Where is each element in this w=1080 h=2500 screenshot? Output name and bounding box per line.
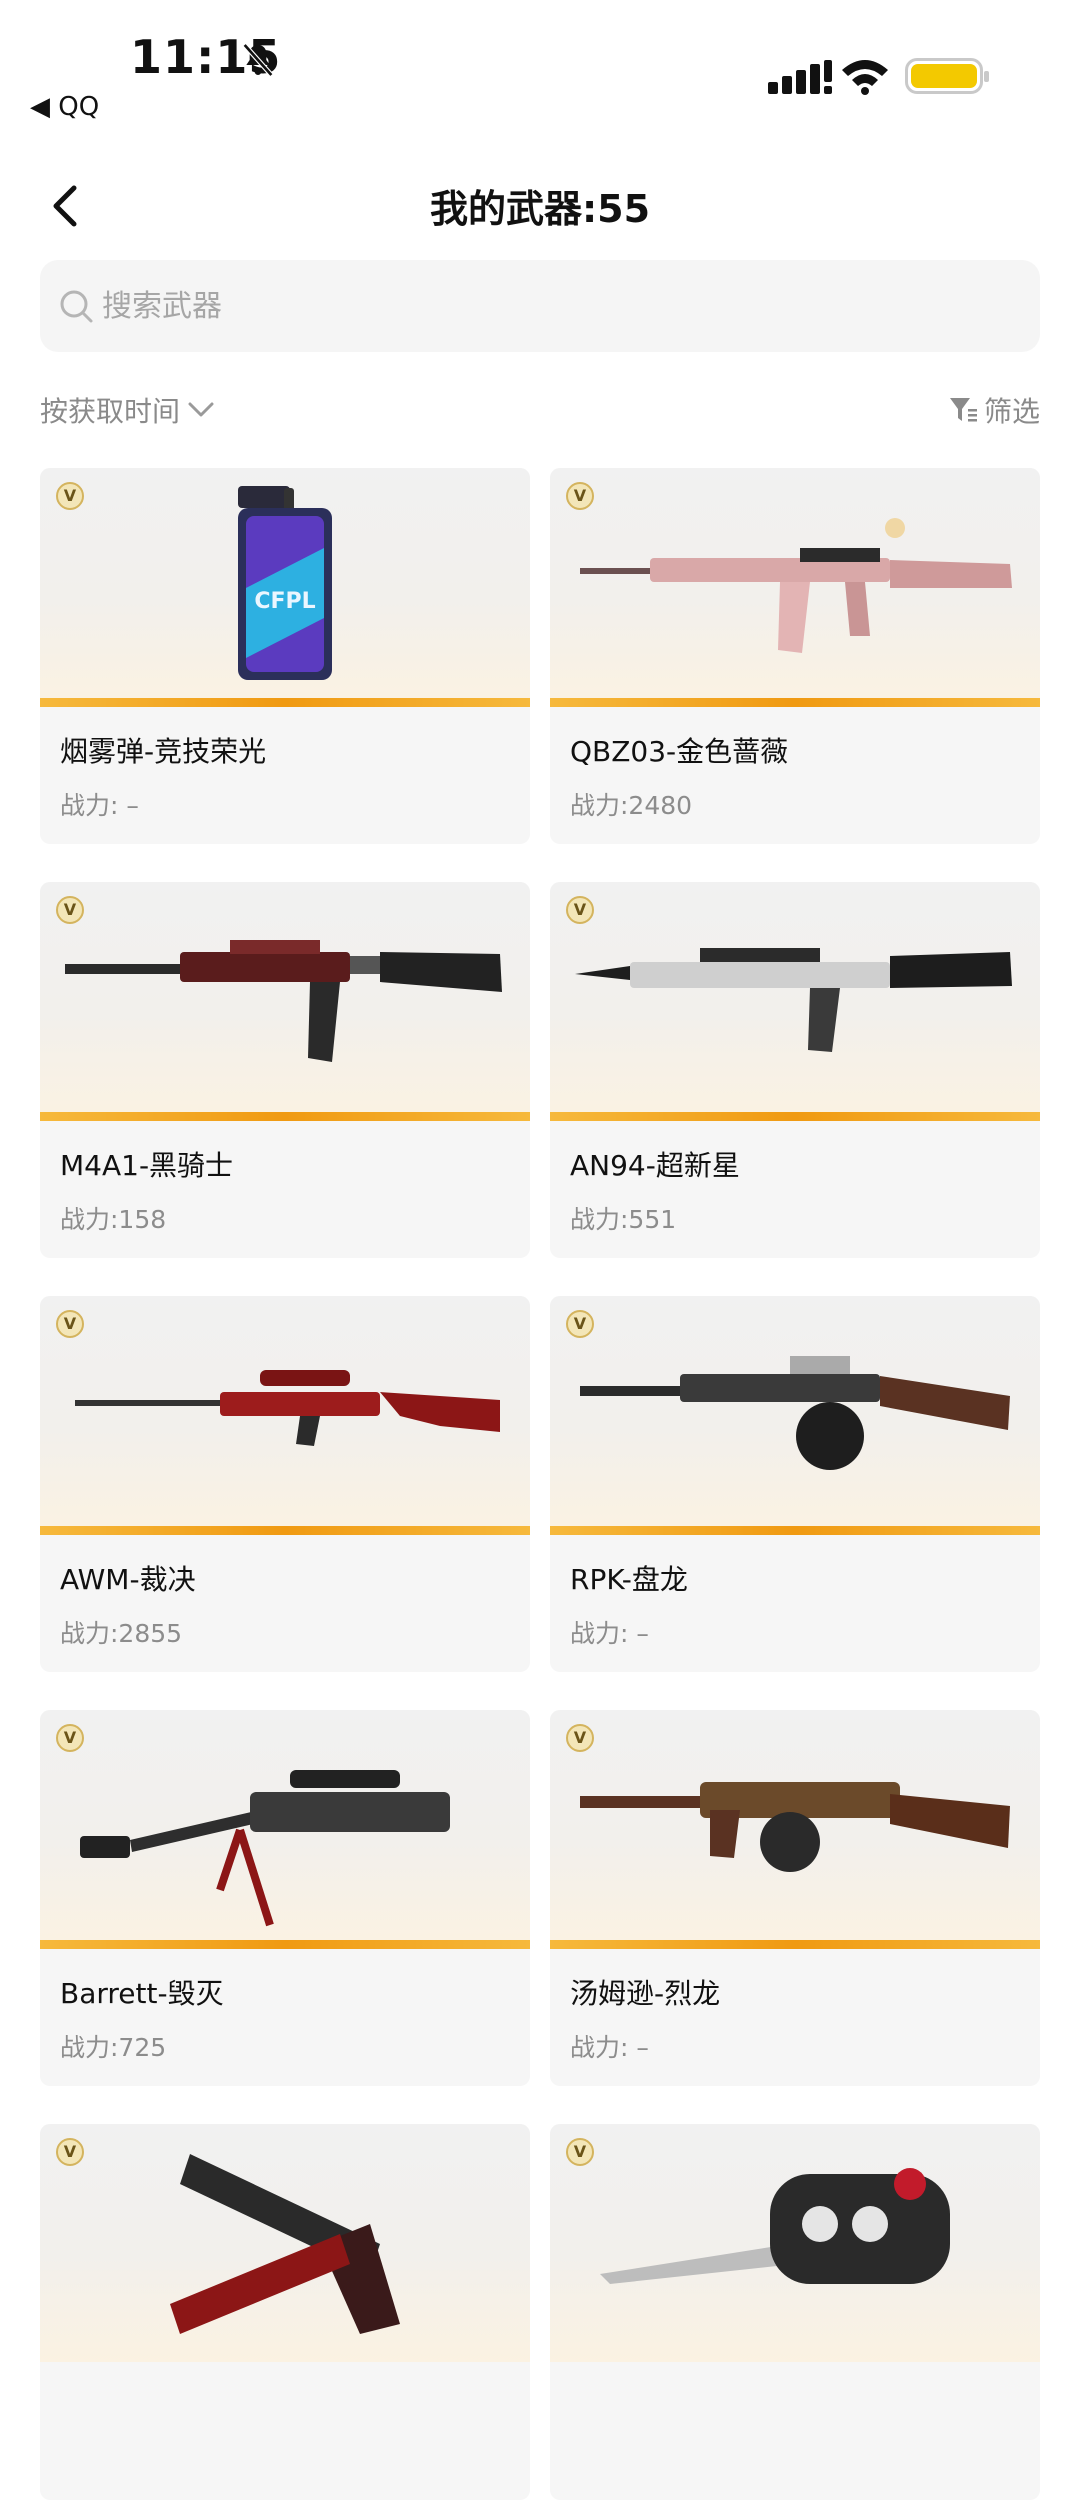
rarity-bar — [40, 1112, 530, 1121]
weapon-image-area: V — [550, 1296, 1040, 1534]
weapon-name: QBZ03-金色蔷薇 — [570, 735, 789, 768]
weapon-image-area: V — [550, 468, 1040, 706]
vip-badge: V — [56, 2138, 84, 2166]
vip-badge: V — [56, 482, 84, 510]
search-bar[interactable] — [40, 260, 1040, 352]
weapon-card[interactable]: V AN94-超新星 战力:551 — [550, 882, 1040, 1258]
weapon-image-area: V — [550, 1710, 1040, 1948]
weapon-power: 战力:158 — [60, 1205, 167, 1234]
filter-button[interactable]: 筛选 — [948, 390, 1040, 430]
weapon-image-area: V — [40, 1710, 530, 1948]
vip-badge: V — [56, 1724, 84, 1752]
chevron-down-icon — [188, 402, 214, 417]
assault-rifle-icon — [580, 518, 1012, 653]
machine-gun-icon — [580, 1356, 1010, 1470]
rarity-bar — [550, 1940, 1040, 1949]
weapon-power: 战力: – — [570, 1619, 649, 1648]
bell-muted-icon — [242, 43, 274, 77]
vip-badge: V — [566, 1724, 594, 1752]
vip-badge: V — [566, 1310, 594, 1338]
filter-icon — [949, 398, 977, 422]
weapon-power: 战力: – — [60, 791, 139, 820]
weapon-name: 烟雾弹-竞技荣光 — [60, 735, 267, 768]
rifle-icon — [65, 940, 502, 1062]
vip-badge: V — [56, 896, 84, 924]
rarity-bar — [550, 698, 1040, 707]
weapon-power: 战力:725 — [60, 2033, 167, 2062]
weapon-card[interactable]: V M4A1-黑骑士 战力:158 — [40, 882, 530, 1258]
nav-bar: 我的武器:55 — [0, 160, 1080, 250]
weapon-card[interactable]: V — [550, 2124, 1040, 2500]
vip-badge: V — [566, 2138, 594, 2166]
search-icon — [60, 290, 93, 323]
weapon-power: 战力:2855 — [60, 1619, 183, 1648]
knuckle-knife-icon — [600, 2168, 950, 2284]
weapon-name: AWM-裁决 — [60, 1563, 196, 1596]
weapon-power: 战力:2480 — [570, 791, 693, 820]
rarity-bar — [40, 1526, 530, 1535]
pistol-icon — [170, 2154, 400, 2334]
sort-label: 按获取时间 — [40, 395, 181, 428]
cellular-signal-icon — [768, 60, 832, 94]
submachine-gun-icon — [580, 1782, 1010, 1872]
weapon-image-area: V — [40, 2124, 530, 2362]
weapon-card[interactable]: V AWM-裁决 战力:2855 — [40, 1296, 530, 1672]
wifi-icon — [842, 60, 888, 95]
weapon-power: 战力: – — [570, 2033, 649, 2062]
weapon-name: M4A1-黑骑士 — [60, 1149, 234, 1182]
weapon-image-area: V — [40, 1296, 530, 1534]
weapon-name: RPK-盘龙 — [570, 1563, 688, 1596]
vip-badge: V — [56, 1310, 84, 1338]
weapon-card[interactable]: V — [40, 2124, 530, 2500]
vip-badge: V — [566, 482, 594, 510]
sort-dropdown[interactable]: 按获取时间 — [40, 390, 214, 430]
search-input[interactable] — [102, 260, 1002, 352]
weapon-image-area: CFPL V — [40, 468, 530, 706]
back-to-app-link[interactable]: ◀ QQ — [30, 92, 99, 122]
rarity-bar — [40, 1940, 530, 1949]
weapon-power: 战力:551 — [570, 1205, 677, 1234]
filter-label: 筛选 — [983, 395, 1040, 428]
weapon-card[interactable]: CFPL V 烟雾弹-竞技荣光 战力: – — [40, 468, 530, 844]
status-bar: 11:15 ◀ QQ — [0, 0, 1080, 140]
weapon-card[interactable]: V RPK-盘龙 战力: – — [550, 1296, 1040, 1672]
weapon-image-area: V — [40, 882, 530, 1120]
rarity-bar — [40, 698, 530, 707]
weapon-name: 汤姆逊-烈龙 — [570, 1977, 721, 2010]
weapon-card[interactable]: V Barrett-毁灭 战力:725 — [40, 1710, 530, 2086]
battery-icon — [905, 58, 989, 94]
weapon-card[interactable]: V QBZ03-金色蔷薇 战力:2480 — [550, 468, 1040, 844]
smoke-grenade-icon: CFPL — [238, 486, 332, 680]
sniper-rifle-icon — [80, 1770, 450, 1927]
weapon-image-area: V — [550, 882, 1040, 1120]
rarity-bar — [550, 1112, 1040, 1121]
weapon-image-area: V — [550, 2124, 1040, 2362]
page-title: 我的武器:55 — [429, 187, 651, 231]
weapon-name: AN94-超新星 — [570, 1149, 740, 1182]
rarity-bar — [550, 1526, 1040, 1535]
weapon-card[interactable]: V 汤姆逊-烈龙 战力: – — [550, 1710, 1040, 2086]
weapon-name: Barrett-毁灭 — [60, 1977, 224, 2010]
sniper-rifle-icon — [75, 1370, 500, 1446]
vip-badge: V — [566, 896, 594, 924]
svg-text:CFPL: CFPL — [254, 589, 315, 614]
rifle-icon — [575, 948, 1012, 1052]
